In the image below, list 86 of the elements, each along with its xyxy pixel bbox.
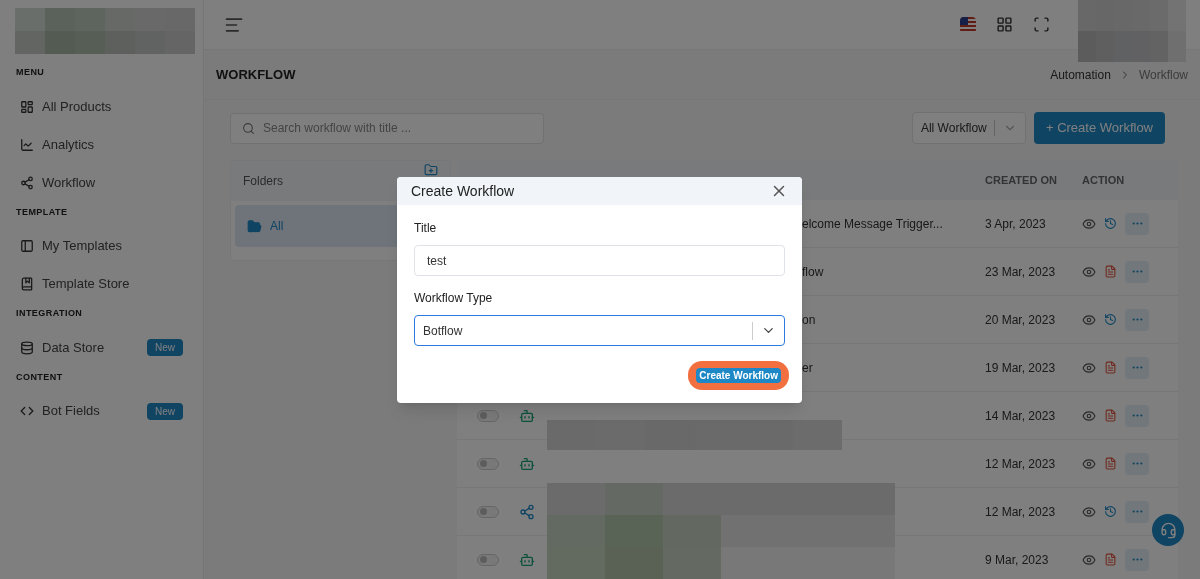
create-workflow-submit-button[interactable]: Create Workflow <box>688 361 789 390</box>
workflow-name[interactable]: er <box>802 360 813 375</box>
title-field[interactable]: test <box>414 245 785 276</box>
book-icon <box>20 277 34 291</box>
breadcrumb-link[interactable]: Automation <box>1050 65 1111 84</box>
document-icon[interactable] <box>1104 265 1117 278</box>
toggle-switch[interactable] <box>477 553 499 566</box>
bot-icon <box>519 455 535 472</box>
section-heading: MENU <box>15 66 46 79</box>
folders-heading: Folders <box>243 173 284 190</box>
share-icon <box>20 175 34 190</box>
fullscreen-icon[interactable] <box>1033 16 1050 33</box>
more-button[interactable] <box>1125 260 1149 283</box>
column-header: CREATED ON <box>985 172 1058 188</box>
dashboard-icon <box>20 99 34 114</box>
bot-icon <box>519 551 535 568</box>
workflow-filter-select[interactable]: All Workflow <box>911 112 1026 144</box>
created-date: 19 Mar, 2023 <box>985 359 1057 377</box>
share-icon <box>519 503 535 520</box>
sidebar-item[interactable]: Data Store New <box>0 328 203 367</box>
workflow-type-select[interactable]: Botflow <box>414 315 785 346</box>
created-date: 3 Apr, 2023 <box>985 215 1047 233</box>
created-date: 14 Mar, 2023 <box>985 407 1057 425</box>
more-button[interactable] <box>1125 452 1149 475</box>
sidebar-item[interactable]: Template Store <box>0 265 203 303</box>
field-label: Workflow Type <box>414 290 494 307</box>
sidebar-item[interactable]: Analytics <box>0 125 203 164</box>
toggle-switch[interactable] <box>477 457 499 470</box>
more-button[interactable] <box>1125 404 1149 427</box>
document-icon[interactable] <box>1104 457 1117 470</box>
headset-icon <box>1159 521 1177 539</box>
more-button[interactable] <box>1125 212 1149 235</box>
created-date: 23 Mar, 2023 <box>985 263 1057 281</box>
new-badge: New <box>147 339 183 356</box>
new-badge: New <box>147 402 183 420</box>
add-folder-icon[interactable] <box>424 163 438 177</box>
eye-icon[interactable] <box>1082 456 1096 471</box>
more-button[interactable] <box>1125 548 1149 571</box>
sidebar-item[interactable]: Bot Fields New <box>0 392 203 430</box>
support-chat-button[interactable] <box>1152 514 1184 546</box>
document-icon[interactable] <box>1104 553 1117 566</box>
workflow-name[interactable]: on <box>802 312 816 327</box>
more-button[interactable] <box>1125 308 1149 331</box>
created-date: 9 Mar, 2023 <box>985 551 1050 569</box>
created-date: 20 Mar, 2023 <box>985 311 1057 329</box>
more-button[interactable] <box>1125 356 1149 379</box>
dialog-title: Create Workflow <box>411 181 515 201</box>
sidebar-item[interactable]: My Templates <box>0 227 203 265</box>
eye-icon[interactable] <box>1082 216 1096 231</box>
eye-icon[interactable] <box>1082 552 1096 567</box>
flag-icon[interactable] <box>960 16 976 33</box>
search-icon <box>242 121 255 135</box>
sidebar-item[interactable]: All Products <box>0 87 203 126</box>
created-date: 12 Mar, 2023 <box>985 503 1057 521</box>
workflow-name[interactable]: flow <box>802 264 824 279</box>
field-label: Title <box>414 220 438 237</box>
history-icon[interactable] <box>1104 217 1117 230</box>
create-workflow-button[interactable]: + Create Workflow <box>1033 112 1165 144</box>
more-button[interactable] <box>1125 500 1149 523</box>
toggle-switch[interactable] <box>477 505 499 518</box>
history-icon[interactable] <box>1104 505 1117 518</box>
panel-icon <box>20 239 34 253</box>
section-heading: INTEGRATION <box>15 307 84 320</box>
section-heading: TEMPLATE <box>15 205 69 219</box>
page-title: WORKFLOW <box>216 65 297 84</box>
database-icon <box>20 340 34 355</box>
history-icon[interactable] <box>1104 313 1117 326</box>
document-icon[interactable] <box>1104 361 1117 374</box>
toggle-switch[interactable] <box>477 409 499 422</box>
column-header: ACTION <box>1082 172 1125 188</box>
bot-icon <box>519 407 535 424</box>
eye-icon[interactable] <box>1082 408 1096 423</box>
sidebar-item[interactable]: Workflow <box>0 163 203 202</box>
created-date: 12 Mar, 2023 <box>985 455 1057 473</box>
search-field[interactable]: Search workflow with title ... <box>230 112 544 144</box>
eye-icon[interactable] <box>1082 360 1096 375</box>
document-icon[interactable] <box>1104 409 1117 422</box>
section-heading: CONTENT <box>15 370 64 384</box>
apps-icon[interactable] <box>996 16 1013 33</box>
eye-icon[interactable] <box>1082 264 1096 279</box>
eye-icon[interactable] <box>1082 504 1096 519</box>
line-chart-icon <box>20 137 34 152</box>
workflow-name[interactable]: elcome Message Trigger... <box>802 216 943 231</box>
folder-icon <box>247 218 262 234</box>
code-icon <box>20 404 34 418</box>
eye-icon[interactable] <box>1082 312 1096 327</box>
